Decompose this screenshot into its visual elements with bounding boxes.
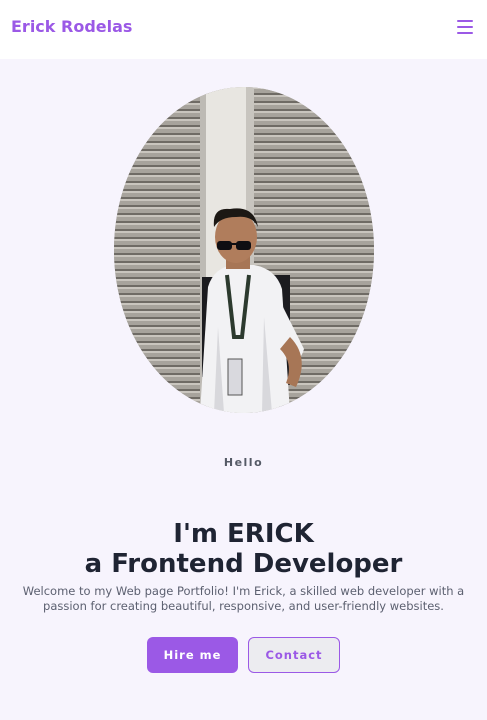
intro-paragraph: Welcome to my Web page Portfolio! I'm Er… [22,584,465,613]
headline-article: a [84,549,103,579]
headline-name: ERICK [227,519,314,549]
greeting-text: Hello [223,456,264,469]
hero-headline: I'm ERICK a Frontend Developer [0,519,487,579]
headline-role: Frontend Developer [102,549,403,579]
profile-photo-illustration [114,87,374,413]
brand-logo[interactable]: Erick Rodelas [11,17,132,36]
navbar: Erick Rodelas [0,0,487,59]
menu-bar-bottom [457,32,473,34]
hamburger-menu-icon[interactable] [455,18,477,38]
headline-prefix: I'm [173,519,228,549]
profile-photo [114,87,374,413]
hire-me-button[interactable]: Hire me [147,637,238,673]
contact-button[interactable]: Contact [248,637,340,673]
menu-bar-middle [457,26,473,28]
menu-bar-top [457,20,473,22]
